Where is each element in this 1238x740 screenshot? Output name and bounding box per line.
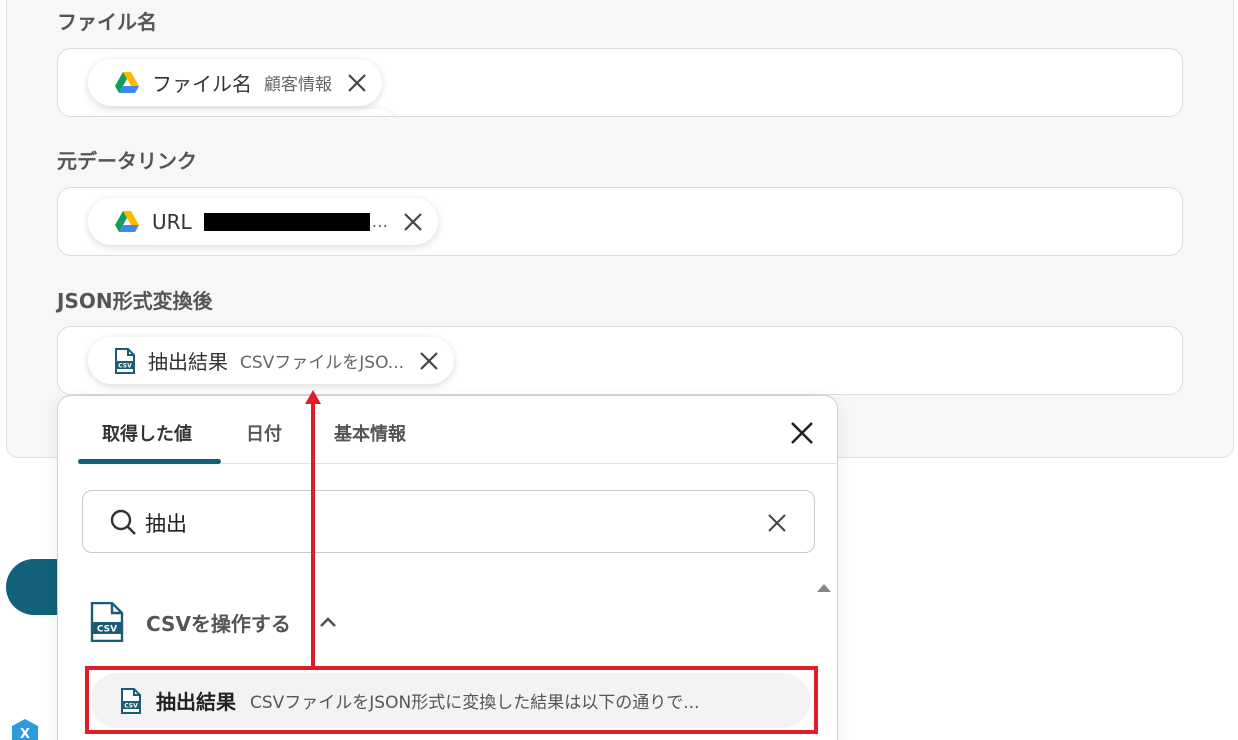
close-icon[interactable] <box>789 420 815 446</box>
remove-chip-icon[interactable] <box>402 211 424 233</box>
source-link-field[interactable]: URL ... <box>57 187 1183 256</box>
svg-text:CSV: CSV <box>124 702 138 709</box>
google-drive-icon <box>115 210 139 232</box>
file-name-field[interactable]: ファイル名 顧客情報 <box>57 48 1183 117</box>
chevron-up-icon[interactable] <box>317 611 339 633</box>
clear-search-icon[interactable] <box>766 512 788 534</box>
chip-main-label: 抽出結果 <box>148 350 228 374</box>
csv-file-icon: CSV <box>90 602 124 642</box>
file-name-chip[interactable]: ファイル名 顧客情報 <box>88 59 382 106</box>
result-item-extract[interactable]: CSV 抽出結果 CSVファイルをJSON形式に変換した結果は以下の通りで... <box>90 673 810 728</box>
tab-obtained-values[interactable]: 取得した値 <box>102 420 192 446</box>
svg-text:X: X <box>20 727 30 740</box>
chip-shadow <box>88 109 398 116</box>
remove-chip-icon[interactable] <box>346 72 368 94</box>
search-input[interactable]: 抽出 <box>82 490 815 553</box>
annotation-arrow-line <box>311 400 315 668</box>
group-label: CSVを操作する <box>146 611 291 636</box>
csv-file-icon: CSV <box>121 687 141 714</box>
chip-sub-label: ... <box>371 211 388 232</box>
tab-bar: 取得した値 日付 基本情報 <box>78 396 837 464</box>
chip-sub-label: 顧客情報 <box>264 75 332 95</box>
json-field[interactable]: CSV 抽出結果 CSVファイルをJSO... <box>57 326 1183 395</box>
svg-text:CSV: CSV <box>97 625 117 635</box>
tab-basic-info[interactable]: 基本情報 <box>334 420 406 446</box>
tab-date[interactable]: 日付 <box>246 420 282 446</box>
annotation-arrow-head <box>305 390 321 404</box>
chip-main-label: URL <box>152 209 192 234</box>
value-picker-dropdown: 取得した値 日付 基本情報 抽出 CSV CSVを操作する CSV 抽出結果 C… <box>57 395 838 740</box>
result-sub-label: CSVファイルをJSON形式に変換した結果は以下の通りで... <box>250 693 700 713</box>
search-icon <box>110 509 136 535</box>
field-label-json: JSON形式変換後 <box>57 289 213 313</box>
extract-result-chip[interactable]: CSV 抽出結果 CSVファイルをJSO... <box>88 337 454 384</box>
search-value: 抽出 <box>145 512 187 536</box>
svg-text:CSV: CSV <box>118 362 132 369</box>
app-badge-icon: X <box>12 719 38 740</box>
chip-sub-label: CSVファイルをJSO... <box>240 353 404 373</box>
scroll-up-arrow[interactable] <box>817 584 831 592</box>
group-header-csv[interactable]: CSV CSVを操作する <box>90 602 339 642</box>
csv-file-icon: CSV <box>115 347 135 374</box>
active-tab-indicator <box>78 459 221 464</box>
url-chip[interactable]: URL ... <box>88 198 438 245</box>
field-label-file-name: ファイル名 <box>57 10 157 34</box>
chip-main-label: ファイル名 <box>152 72 252 96</box>
remove-chip-icon[interactable] <box>418 350 440 372</box>
google-drive-icon <box>115 71 139 93</box>
result-main-label: 抽出結果 <box>156 690 236 714</box>
redacted-block <box>203 212 370 231</box>
field-label-source-link: 元データリンク <box>57 149 197 173</box>
